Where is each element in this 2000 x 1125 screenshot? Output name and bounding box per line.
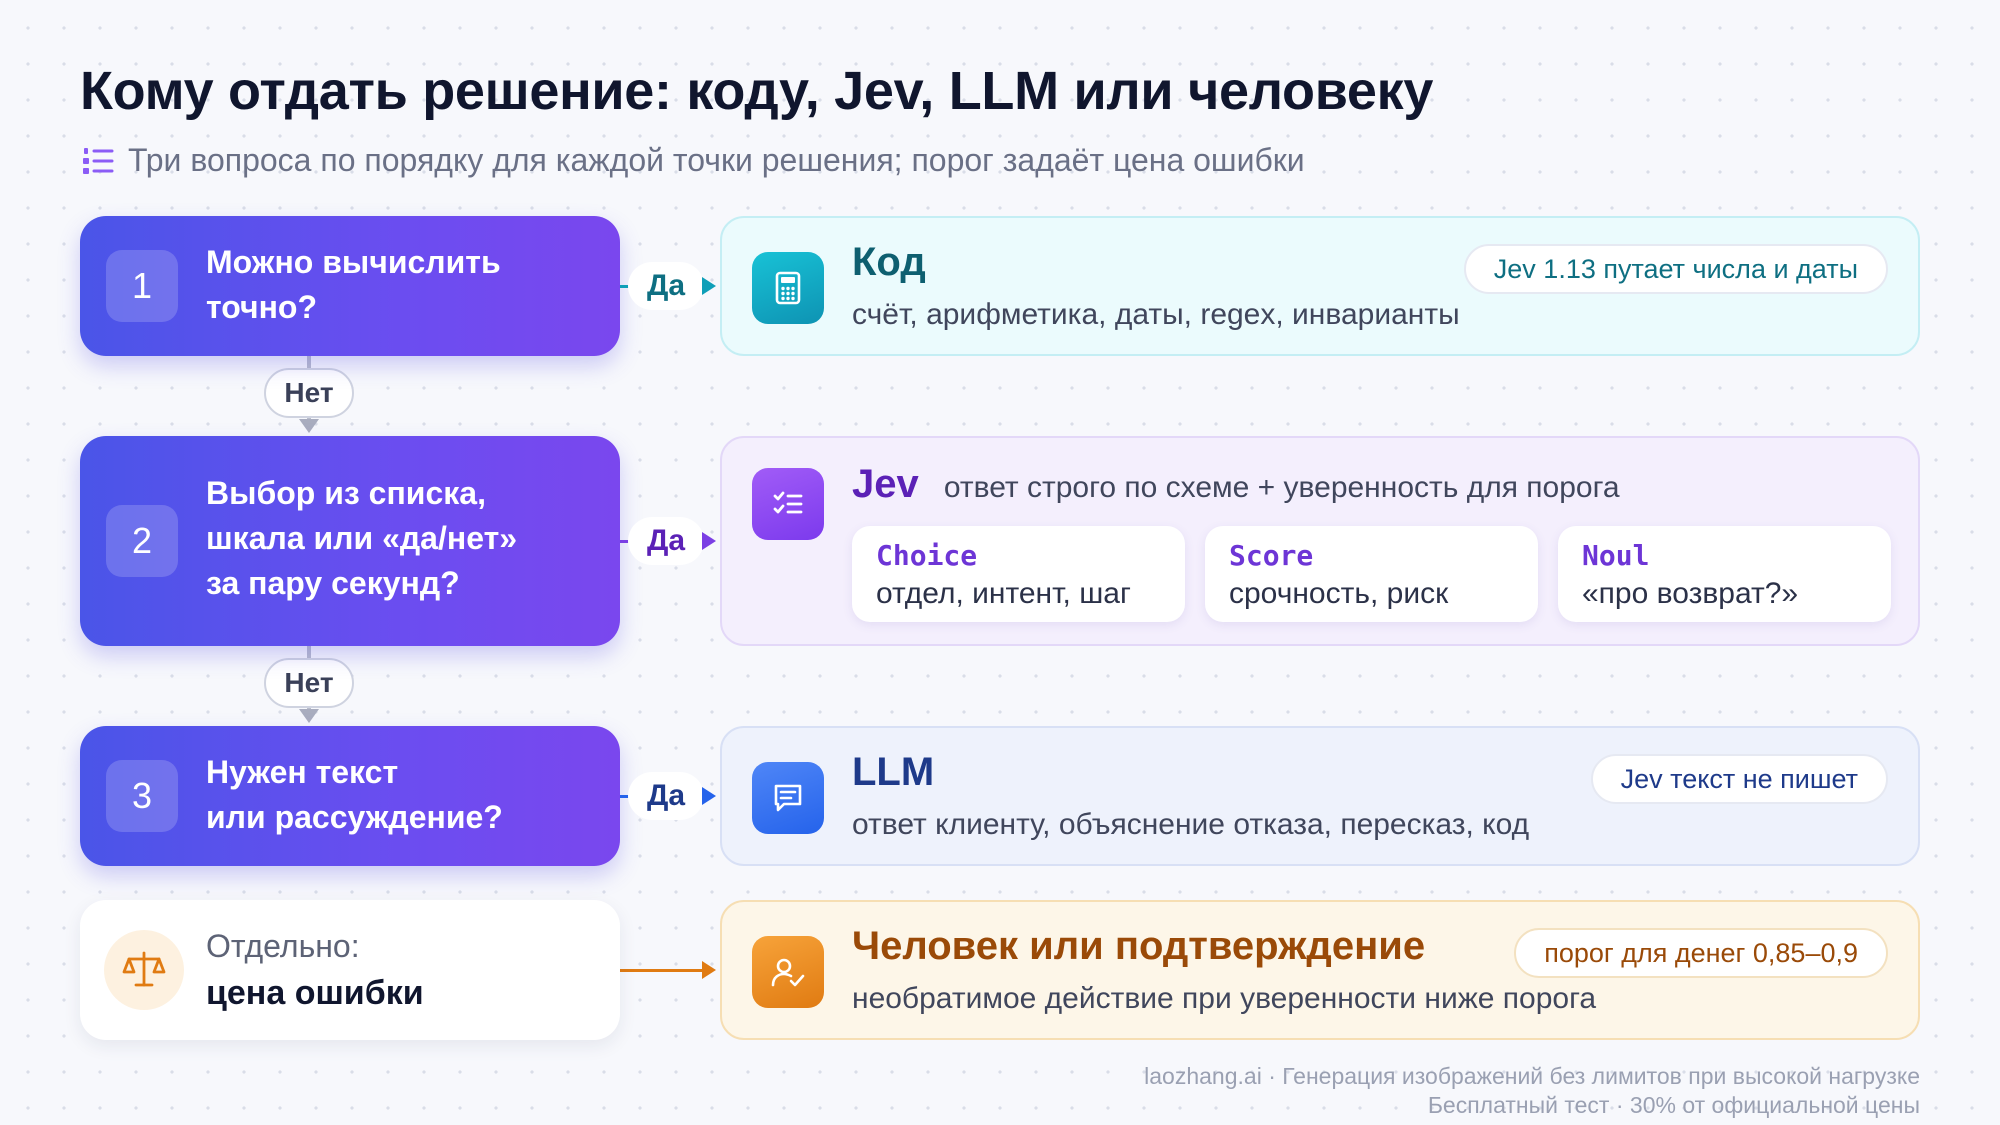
scales-icon (104, 930, 184, 1010)
yes-pill-jev: Да (628, 517, 704, 565)
arrow-down-icon (299, 419, 319, 433)
no-pill-2: Нет (264, 658, 354, 708)
footer-line-2: Бесплатный тест · 30% от официальной цен… (1427, 1092, 1920, 1118)
jev-score-card: Score срочность, риск (1205, 526, 1538, 622)
question-number: 2 (106, 505, 178, 577)
sub-card-desc: отдел, интент, шаг (876, 577, 1131, 610)
question-text: Выбор из списка, шкала или «да/нет» за п… (206, 475, 518, 601)
question-1: 1 Можно вычислить точно? (80, 216, 620, 356)
jev-choice-card: Choice отдел, интент, шаг (852, 526, 1185, 622)
arrow-right-icon (702, 787, 716, 805)
card-title: Человек или подтверждение (852, 924, 1426, 968)
sub-card-name: Score (1229, 539, 1314, 572)
sub-card-name: Choice (876, 539, 978, 572)
arrow-right-icon (702, 961, 716, 979)
card-note: порог для денег 0,85–0,9 (1514, 928, 1888, 978)
subtitle-text: Три вопроса по порядку для каждой точки … (128, 142, 1305, 178)
message-icon (752, 762, 824, 834)
card-description: счёт, арифметика, даты, regex, инвариант… (852, 298, 1460, 331)
separate-value: цена ошибки (206, 974, 424, 1012)
question-number: 3 (106, 760, 178, 832)
question-number: 1 (106, 250, 178, 322)
calculator-icon (752, 252, 824, 324)
user-check-icon (752, 936, 824, 1008)
cost-of-error-card: Отдельно: цена ошибки (80, 900, 620, 1040)
question-2: 2 Выбор из списка, шкала или «да/нет» за… (80, 436, 620, 646)
checklist-icon (752, 468, 824, 540)
card-title: Jev ответ строго по схеме + уверенность … (852, 462, 1620, 507)
card-title: LLM (852, 750, 935, 794)
result-card-jev: Jev ответ строго по схеме + уверенность … (720, 436, 1920, 646)
yes-pill-code: Да (628, 262, 704, 310)
connector-human (620, 969, 702, 972)
question-3: 3 Нужен текст или рассуждение? (80, 726, 620, 866)
question-text: Можно вычислить точно? (206, 244, 501, 325)
yes-pill-llm: Да (628, 772, 704, 820)
card-note: Jev текст не пишет (1590, 754, 1888, 804)
separate-label: Отдельно: (206, 928, 360, 964)
page-subtitle: Три вопроса по порядку для каждой точки … (82, 142, 1305, 179)
footer-line-1: laozhang.ai · Генерация изображений без … (1144, 1063, 1920, 1089)
sub-card-desc: срочность, риск (1229, 577, 1449, 610)
result-card-code: Код счёт, арифметика, даты, regex, инвар… (720, 216, 1920, 356)
sub-card-desc: «про возврат?» (1582, 577, 1799, 610)
result-card-llm: LLM ответ клиенту, объяснение отказа, пе… (720, 726, 1920, 866)
card-title: Код (852, 240, 926, 284)
card-title-main: Jev (852, 462, 919, 506)
card-description: необратимое действие при уверенности ниж… (852, 982, 1597, 1015)
arrow-right-icon (702, 277, 716, 295)
arrow-right-icon (702, 532, 716, 550)
jev-noul-card: Noul «про возврат?» (1558, 526, 1891, 622)
no-pill-1: Нет (264, 368, 354, 418)
question-text: Нужен текст или рассуждение? (206, 754, 503, 835)
ordered-list-icon (83, 147, 114, 174)
result-card-human: Человек или подтверждение необратимое де… (720, 900, 1920, 1040)
page-title: Кому отдать решение: коду, Jev, LLM или … (80, 61, 1434, 121)
sub-card-name: Noul (1582, 539, 1650, 572)
card-description: ответ клиенту, объяснение отказа, переск… (852, 808, 1530, 841)
card-note: Jev 1.13 путает числа и даты (1463, 244, 1888, 294)
card-title-suffix: ответ строго по схеме + уверенность для … (943, 471, 1620, 504)
arrow-down-icon (299, 709, 319, 723)
